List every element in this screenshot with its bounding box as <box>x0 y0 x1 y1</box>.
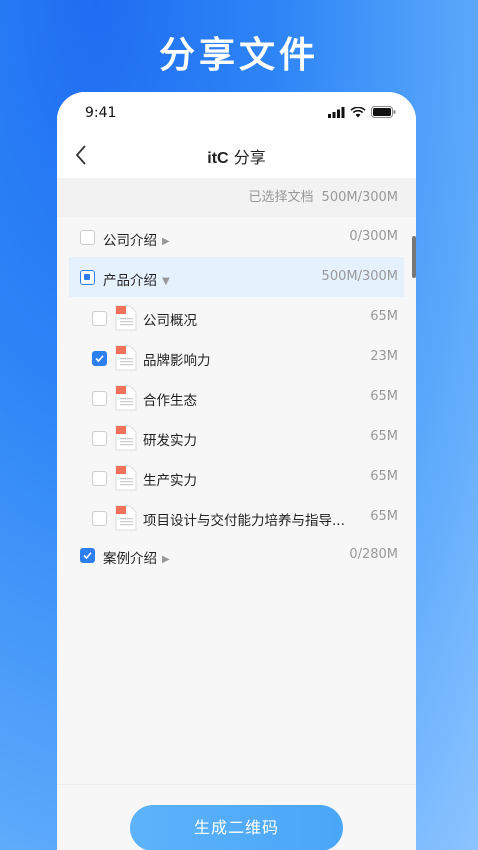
pdf-file-icon <box>115 505 137 531</box>
folder-row-cases[interactable]: 案例介绍 ▶ 0/280M <box>57 537 416 575</box>
file-size: 65M <box>370 509 398 524</box>
folder-label: 案例介绍 ▶ <box>103 551 170 567</box>
file-size: 65M <box>370 429 398 444</box>
folder-size: 0/280M <box>349 547 398 562</box>
caret-right-icon[interactable]: ▶ <box>162 554 170 565</box>
file-row[interactable]: 生产实力 65M <box>57 457 416 497</box>
file-checkbox[interactable] <box>92 351 107 366</box>
folder-checkbox[interactable] <box>80 270 95 285</box>
folder-row-product[interactable]: 产品介绍 ▼ 500M/300M <box>69 257 404 297</box>
file-name: 合作生态 <box>143 393 197 409</box>
summary-label: 已选择文档 <box>248 190 314 205</box>
file-checkbox[interactable] <box>92 311 107 326</box>
summary-value: 500M/300M <box>321 190 398 205</box>
status-time: 9:41 <box>85 105 117 121</box>
caret-right-icon[interactable]: ▶ <box>162 236 170 247</box>
folder-label: 产品介绍 ▼ <box>103 273 170 289</box>
check-icon <box>83 552 92 560</box>
signal-icon <box>328 106 345 118</box>
file-row[interactable]: 项目设计与交付能力培养与指导... 65M <box>57 497 416 537</box>
file-name: 研发实力 <box>143 433 197 449</box>
pdf-file-icon <box>115 385 137 411</box>
file-checkbox[interactable] <box>92 471 107 486</box>
phone-screen: 9:41 itC 分享 已选择文档 500M/300M 公司介绍 ▶ 0/300… <box>57 92 416 850</box>
file-row[interactable]: 公司概况 65M <box>57 297 416 337</box>
file-checkbox[interactable] <box>92 391 107 406</box>
file-size: 65M <box>370 389 398 404</box>
status-icons <box>328 106 396 118</box>
file-size: 65M <box>370 469 398 484</box>
page-title: itC 分享 <box>57 144 416 168</box>
wifi-icon <box>350 106 366 117</box>
brand-logo: itC <box>207 150 229 167</box>
hero-title: 分享文件 <box>158 35 319 76</box>
file-list: 公司介绍 ▶ 0/300M 产品介绍 ▼ 500M/300M 公司概况 65M 品牌… <box>57 217 416 575</box>
bottom-bar: 生成二维码 <box>57 784 416 850</box>
folder-size: 500M/300M <box>321 269 398 284</box>
folder-checkbox[interactable] <box>80 230 95 245</box>
file-row[interactable]: 研发实力 65M <box>57 417 416 457</box>
check-icon <box>95 355 104 363</box>
folder-checkbox[interactable] <box>80 548 95 563</box>
selection-summary: 已选择文档 500M/300M <box>57 178 416 217</box>
pdf-file-icon <box>115 425 137 451</box>
generate-qrcode-button[interactable]: 生成二维码 <box>130 805 343 850</box>
file-row[interactable]: 品牌影响力 23M <box>57 337 416 377</box>
file-checkbox[interactable] <box>92 431 107 446</box>
file-name: 项目设计与交付能力培养与指导... <box>143 513 345 529</box>
folder-label: 公司介绍 ▶ <box>103 233 170 249</box>
file-name: 生产实力 <box>143 473 197 489</box>
battery-icon <box>371 106 396 118</box>
status-bar: 9:41 <box>57 92 416 132</box>
file-name: 品牌影响力 <box>143 353 211 369</box>
pdf-file-icon <box>115 305 137 331</box>
file-size: 65M <box>370 309 398 324</box>
nav-bar: itC 分享 <box>57 132 416 178</box>
folder-row-company[interactable]: 公司介绍 ▶ 0/300M <box>57 217 416 257</box>
scrollbar[interactable] <box>412 236 416 278</box>
pdf-file-icon <box>115 345 137 371</box>
file-checkbox[interactable] <box>92 511 107 526</box>
file-size: 23M <box>370 349 398 364</box>
pdf-file-icon <box>115 465 137 491</box>
page-title-text: 分享 <box>233 148 266 167</box>
caret-down-icon[interactable]: ▼ <box>162 276 170 287</box>
file-name: 公司概况 <box>143 313 197 329</box>
folder-size: 0/300M <box>349 229 398 244</box>
file-row[interactable]: 合作生态 65M <box>57 377 416 417</box>
